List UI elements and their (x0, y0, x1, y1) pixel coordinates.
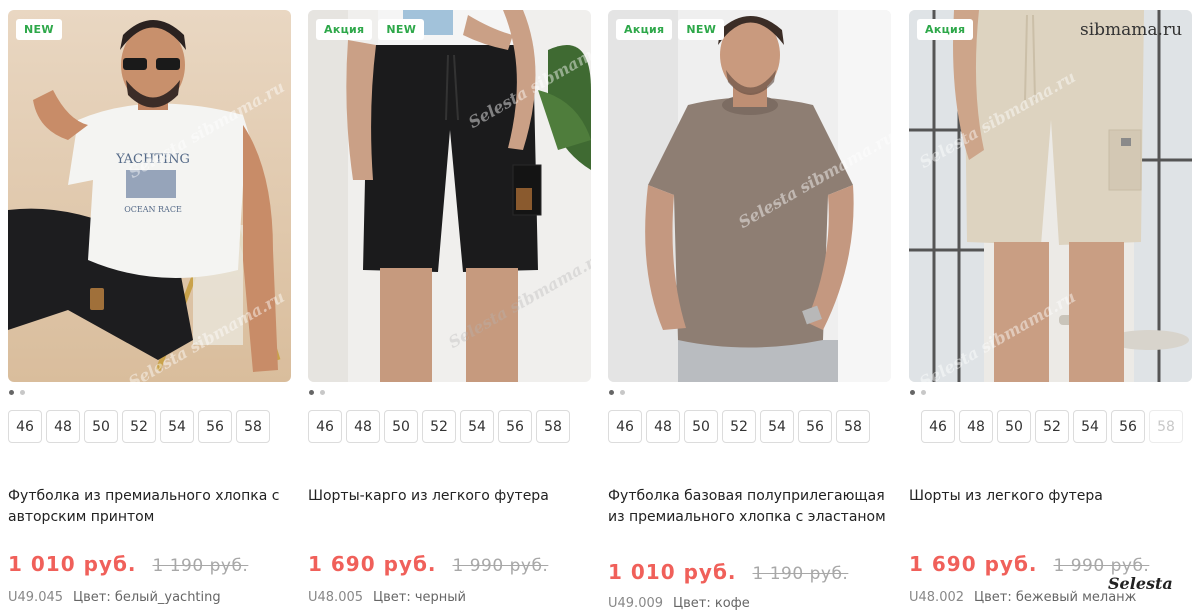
size-option[interactable]: 58 (236, 410, 270, 443)
pagination-dot[interactable] (620, 390, 625, 395)
price-block: 1 690 руб. 1 990 руб. (308, 552, 548, 576)
pagination-dot[interactable] (20, 390, 25, 395)
product-sku: U49.009 (608, 596, 664, 611)
size-selector: 46 48 50 52 54 56 58 (8, 410, 270, 443)
size-option[interactable]: 58 (536, 410, 570, 443)
old-price: 1 190 руб. (152, 556, 249, 576)
size-option[interactable]: 54 (160, 410, 194, 443)
product-image[interactable]: YACHTING OCEAN RACE Selesta sibmama.ru S… (8, 10, 291, 382)
product-sku: U49.045 (8, 590, 64, 605)
product-card[interactable]: YACHTING OCEAN RACE Selesta sibmama.ru S… (8, 10, 291, 616)
pagination-dot[interactable] (9, 390, 14, 395)
pagination-dot[interactable] (320, 390, 325, 395)
pagination-dot[interactable] (609, 390, 614, 395)
old-price: 1 990 руб. (1053, 556, 1150, 576)
size-option[interactable]: 48 (646, 410, 680, 443)
badge-group: Акция NEW (316, 19, 425, 40)
brand-watermark: Selesta (1108, 574, 1173, 593)
price-block: 1 690 руб. 1 990 руб. (909, 552, 1149, 576)
size-selector: 46 48 50 52 54 56 58 (308, 410, 570, 443)
new-badge: NEW (678, 19, 725, 40)
size-option[interactable]: 50 (684, 410, 718, 443)
size-option[interactable]: 52 (122, 410, 156, 443)
shirt-print-subtext: OCEAN RACE (124, 205, 182, 214)
product-sku: U48.005 (308, 590, 364, 605)
price-block: 1 010 руб. 1 190 руб. (608, 560, 848, 584)
size-option[interactable]: 46 (8, 410, 42, 443)
size-option[interactable]: 46 (608, 410, 642, 443)
pagination-dot[interactable] (910, 390, 915, 395)
current-price: 1 010 руб. (608, 560, 737, 584)
size-option[interactable]: 52 (1035, 410, 1069, 443)
product-card[interactable]: Selesta sibmama.ru Selesta sibmama.ru Ак… (308, 10, 591, 616)
old-price: 1 990 руб. (452, 556, 549, 576)
price-block: 1 010 руб. 1 190 руб. (8, 552, 248, 576)
product-image[interactable]: Selesta sibmama.ru Selesta sibmama.ru Ак… (909, 10, 1192, 382)
sale-badge: Акция (316, 19, 373, 40)
size-option[interactable]: 50 (997, 410, 1031, 443)
product-card[interactable]: Selesta sibmama.ru Selesta sibmama.ru Ак… (909, 10, 1192, 616)
product-image[interactable]: Selesta sibmama.ru Selesta sibmama.ru Ак… (308, 10, 591, 382)
product-meta: U49.009 Цвет: кофе (608, 596, 750, 611)
size-option[interactable]: 50 (84, 410, 118, 443)
size-option[interactable]: 52 (722, 410, 756, 443)
image-pagination (309, 390, 325, 395)
size-option[interactable]: 48 (346, 410, 380, 443)
badge-group: NEW (16, 19, 62, 40)
current-price: 1 010 руб. (8, 552, 137, 576)
product-meta: U48.005 Цвет: черный (308, 590, 466, 605)
product-color: Цвет: кофе (673, 596, 750, 611)
product-sku: U48.002 (909, 590, 965, 605)
size-selector: 46 48 50 52 54 56 58 (608, 410, 870, 443)
size-option[interactable]: 48 (46, 410, 80, 443)
pagination-dot[interactable] (921, 390, 926, 395)
size-option[interactable]: 46 (921, 410, 955, 443)
image-pagination (9, 390, 25, 395)
current-price: 1 690 руб. (909, 552, 1038, 576)
product-title[interactable]: Шорты из легкого футера (909, 486, 1192, 507)
old-price: 1 190 руб. (752, 564, 849, 584)
product-title[interactable]: Футболка базовая полуприлегающая из прем… (608, 486, 891, 528)
size-option[interactable]: 56 (1111, 410, 1145, 443)
size-option-unavailable: 58 (1149, 410, 1183, 443)
product-title[interactable]: Футболка из премиального хлопка с авторс… (8, 486, 291, 528)
shirt-print-text: YACHTING (115, 152, 190, 167)
size-option[interactable]: 54 (460, 410, 494, 443)
product-card[interactable]: Selesta sibmama.ru Акция NEW 46 48 50 52… (608, 10, 891, 616)
product-color: Цвет: черный (373, 590, 466, 605)
pagination-dot[interactable] (309, 390, 314, 395)
image-pagination (609, 390, 625, 395)
sale-badge: Акция (917, 19, 974, 40)
size-option[interactable]: 56 (798, 410, 832, 443)
size-option[interactable]: 54 (1073, 410, 1107, 443)
product-image[interactable]: Selesta sibmama.ru Акция NEW (608, 10, 891, 382)
product-color: Цвет: белый_yachting (73, 590, 221, 605)
product-meta: U48.002 Цвет: бежевый меланж (909, 590, 1136, 605)
size-option[interactable]: 52 (422, 410, 456, 443)
size-option[interactable]: 48 (959, 410, 993, 443)
size-option[interactable]: 50 (384, 410, 418, 443)
badge-group: Акция NEW (616, 19, 725, 40)
badge-group: Акция (917, 19, 974, 40)
product-title[interactable]: Шорты-карго из легкого футера (308, 486, 591, 507)
size-option[interactable]: 56 (198, 410, 232, 443)
size-option[interactable]: 54 (760, 410, 794, 443)
current-price: 1 690 руб. (308, 552, 437, 576)
image-pagination (910, 390, 926, 395)
new-badge: NEW (378, 19, 425, 40)
product-meta: U49.045 Цвет: белый_yachting (8, 590, 221, 605)
site-watermark: sibmama.ru (1080, 20, 1183, 40)
size-option[interactable]: 56 (498, 410, 532, 443)
size-option[interactable]: 58 (836, 410, 870, 443)
size-selector: 46 48 50 52 54 56 58 (909, 410, 1183, 443)
sale-badge: Акция (616, 19, 673, 40)
size-option-hidden (909, 410, 917, 441)
new-badge: NEW (16, 19, 62, 40)
size-option[interactable]: 46 (308, 410, 342, 443)
